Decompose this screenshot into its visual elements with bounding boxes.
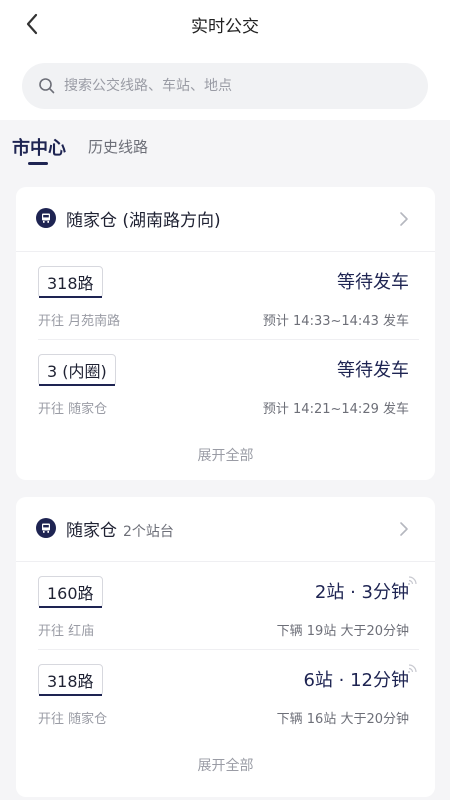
stop-card: 随家仓 2个站台 160路 开往 红庙 2站 · 3分钟 下辆 19站 大于20分…: [16, 497, 435, 797]
route-eta: 预计 14:21~14:29 发车: [262, 402, 409, 417]
stop-name: 随家仓: [66, 521, 117, 541]
search-bar[interactable]: [22, 63, 428, 109]
route-eta: 预计 14:33~14:43 发车: [262, 314, 409, 329]
realtime-signal-icon: [408, 664, 417, 673]
active-tab-indicator: [28, 162, 48, 165]
route-destination: 开往 随家仓: [38, 712, 108, 727]
route-eta: 下辆 19站 大于20分钟: [276, 624, 409, 639]
tab-history-routes[interactable]: 历史线路: [88, 136, 148, 157]
route-row[interactable]: 318路 开往 月苑南路 等待发车 预计 14:33~14:43 发车: [38, 252, 419, 340]
tab-city-center[interactable]: 市中心: [12, 134, 66, 160]
stop-name: 随家仓 (湖南路方向): [66, 211, 221, 231]
route-destination: 开往 月苑南路: [38, 314, 121, 329]
stop-card-header[interactable]: 随家仓 2个站台: [16, 497, 435, 562]
stop-card-header[interactable]: 随家仓 (湖南路方向): [16, 187, 435, 252]
route-row[interactable]: 318路 开往 随家仓 6站 · 12分钟 下辆 16站 大于20分钟: [38, 650, 419, 737]
bus-stop-icon: [36, 208, 56, 228]
search-input[interactable]: [62, 77, 386, 95]
route-status: 2站 · 3分钟: [314, 582, 409, 603]
route-status: 6站 · 12分钟: [303, 670, 409, 691]
search-icon: [38, 77, 56, 95]
route-badge: 318路: [38, 266, 103, 298]
stop-platform-count: 2个站台: [123, 524, 174, 540]
route-row[interactable]: 3 (内圈) 开往 随家仓 等待发车 预计 14:21~14:29 发车: [38, 340, 419, 427]
route-row[interactable]: 160路 开往 红庙 2站 · 3分钟 下辆 19站 大于20分钟: [38, 562, 419, 650]
expand-all-button[interactable]: 展开全部: [16, 737, 435, 795]
bus-stop-icon: [36, 518, 56, 538]
route-badge: 160路: [38, 576, 103, 608]
page-title: 实时公交: [191, 17, 259, 37]
route-destination: 开往 随家仓: [38, 402, 108, 417]
route-status: 等待发车: [337, 272, 409, 293]
route-destination: 开往 红庙: [38, 624, 95, 639]
stop-card: 随家仓 (湖南路方向) 318路 开往 月苑南路 等待发车 预计 14:33~1…: [16, 187, 435, 480]
tab-bar: 市中心 历史线路: [0, 120, 450, 180]
expand-all-button[interactable]: 展开全部: [16, 427, 435, 480]
route-status: 等待发车: [337, 360, 409, 381]
route-eta: 下辆 16站 大于20分钟: [276, 712, 409, 727]
route-badge: 3 (内圈): [38, 354, 116, 386]
route-badge: 318路: [38, 664, 103, 696]
chevron-right-icon: [400, 522, 408, 536]
chevron-right-icon: [400, 212, 408, 226]
header: 实时公交: [0, 0, 450, 120]
realtime-signal-icon: [408, 576, 417, 585]
